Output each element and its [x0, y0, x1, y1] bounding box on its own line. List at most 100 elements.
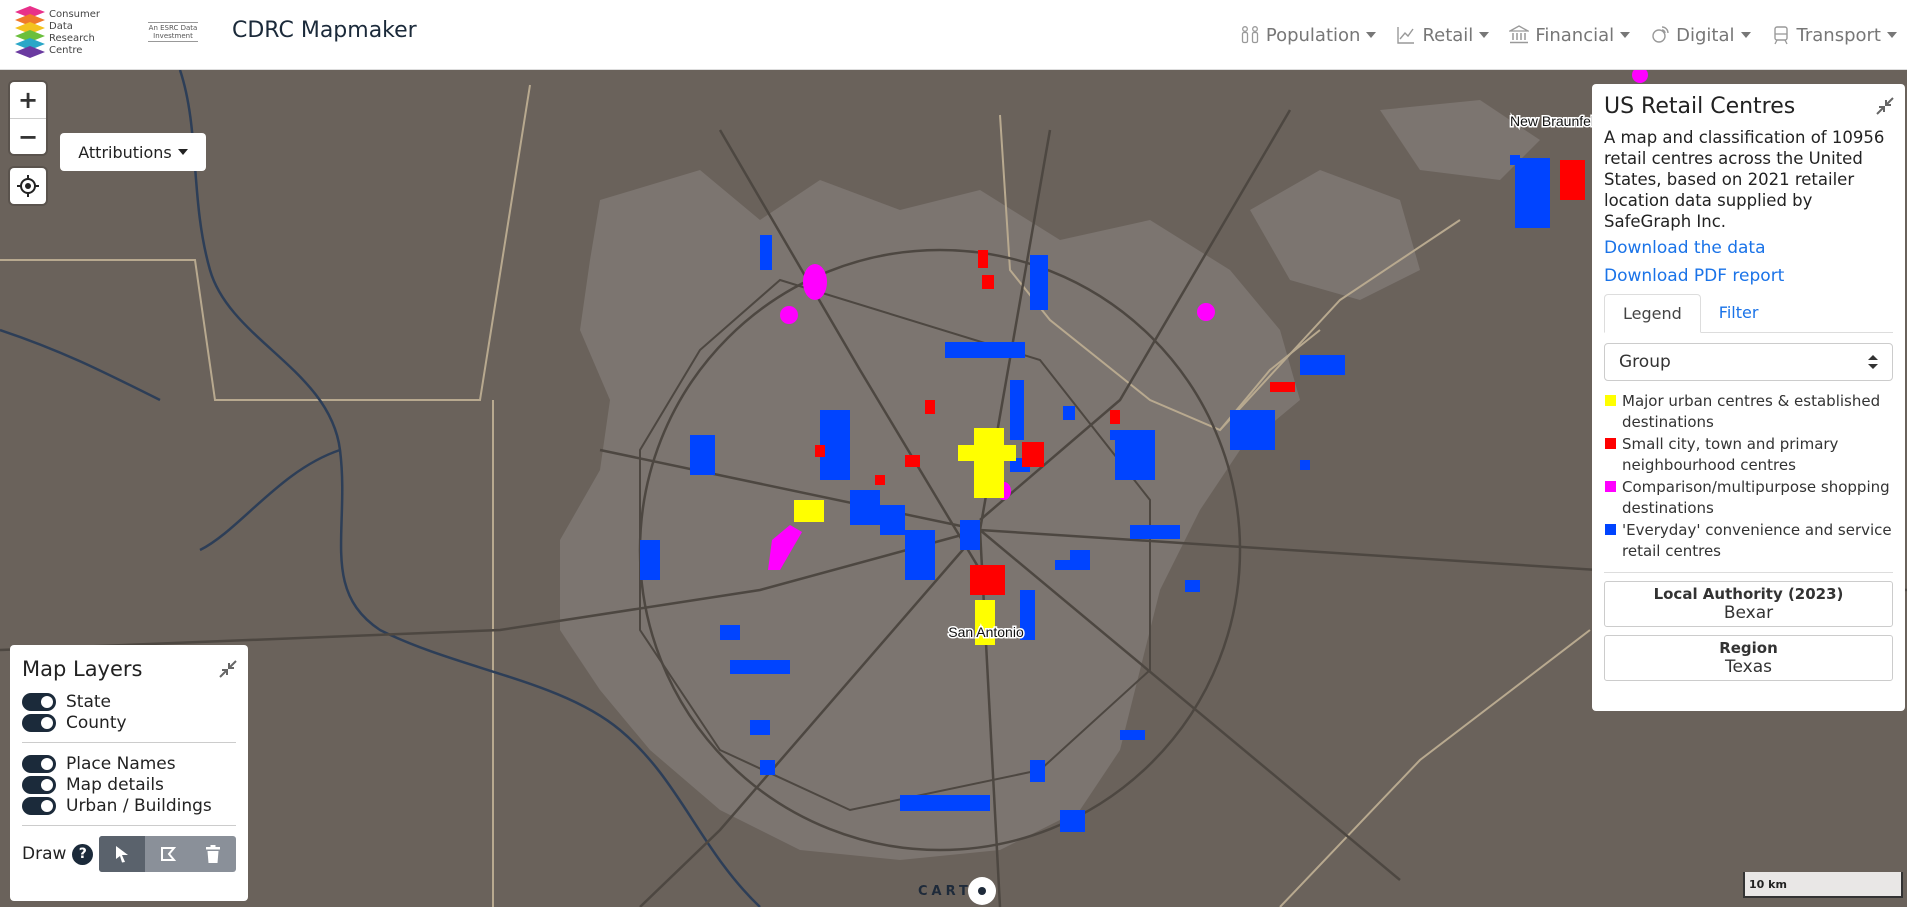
locate-icon: [17, 175, 39, 197]
zoom-control: + −: [10, 82, 46, 154]
top-navbar: Consumer Data Research Centre An ESRC Da…: [0, 0, 1907, 70]
map-layers-title: Map Layers: [22, 657, 143, 681]
logo-text: Consumer Data Research Centre: [49, 9, 100, 56]
attributions-label: Attributions: [78, 142, 172, 162]
legend-swatch: [1605, 524, 1616, 535]
layer-toggle-map-details[interactable]: Map details: [22, 774, 236, 795]
legend-label: Small city, town and primary neighbourho…: [1622, 435, 1839, 474]
nav-digital[interactable]: Digital: [1640, 25, 1760, 46]
legend-item: Major urban centres & established destin…: [1604, 391, 1893, 433]
delete-tool-button[interactable]: [190, 836, 236, 872]
download-pdf-link[interactable]: Download PDF report: [1604, 266, 1893, 286]
train-icon: [1773, 26, 1788, 45]
panel-title: US Retail Centres: [1604, 94, 1796, 119]
place-label-san-antonio: San Antonio: [948, 624, 1024, 640]
app-title[interactable]: CDRC Mapmaker: [232, 18, 417, 43]
nav-financial[interactable]: Financial: [1499, 25, 1640, 46]
layer-toggle-county[interactable]: County: [22, 712, 236, 733]
layer-toggle-place-names[interactable]: Place Names: [22, 753, 236, 774]
divider: [22, 825, 236, 826]
local-authority-value: Bexar: [1723, 603, 1774, 623]
chevron-down-icon: [1740, 32, 1751, 38]
divider: [1604, 572, 1893, 573]
nav-transport-label: Transport: [1796, 24, 1881, 46]
chevron-down-icon: [1620, 32, 1631, 38]
dataset-panel: US Retail Centres A map and classificati…: [1592, 84, 1905, 711]
legend-item: Comparison/multipurpose shopping destina…: [1604, 477, 1893, 519]
region-value: Texas: [1725, 657, 1772, 677]
legend-label: Comparison/multipurpose shopping destina…: [1622, 478, 1890, 517]
attributions-dropdown[interactable]: Attributions: [60, 133, 206, 171]
legend-swatch: [1605, 438, 1616, 449]
local-authority-box: Local Authority (2023) Bexar: [1604, 581, 1893, 627]
cdrc-logo[interactable]: [15, 6, 45, 60]
group-select-value: Group: [1619, 352, 1671, 372]
toggle-switch[interactable]: [22, 692, 56, 711]
polygon-tool-button[interactable]: [145, 836, 191, 872]
polygon-icon: [160, 847, 176, 861]
zoom-in-button[interactable]: +: [10, 82, 46, 118]
download-data-link[interactable]: Download the data: [1604, 238, 1893, 258]
nav-digital-label: Digital: [1676, 24, 1735, 46]
bank-icon: [1509, 25, 1530, 44]
legend-label: 'Everyday' convenience and service retai…: [1622, 521, 1892, 560]
collapse-icon[interactable]: [1875, 96, 1895, 116]
panel-tabs: Legend Filter: [1604, 294, 1893, 333]
group-select[interactable]: Group: [1604, 343, 1893, 381]
trash-icon: [206, 845, 221, 863]
carto-text: CART: [918, 883, 972, 899]
chart-icon: [1397, 27, 1415, 44]
layer-label: Place Names: [66, 753, 176, 774]
legend-label: Major urban centres & established destin…: [1622, 392, 1881, 431]
pointer-icon: [116, 846, 129, 863]
region-heading: Region: [1719, 639, 1778, 657]
legend-item: Small city, town and primary neighbourho…: [1604, 434, 1893, 476]
esrc-logo: An ESRC Data Investment: [148, 22, 198, 42]
locate-button[interactable]: [10, 168, 46, 204]
scale-bar: 10 km: [1743, 872, 1903, 898]
nav-population[interactable]: Population: [1230, 25, 1387, 46]
legend-swatch: [1605, 481, 1616, 492]
zoom-out-button[interactable]: −: [10, 118, 46, 154]
legend-item: 'Everyday' convenience and service retai…: [1604, 520, 1893, 562]
region-box: Region Texas: [1604, 635, 1893, 681]
carto-logo: CART: [918, 877, 996, 905]
tab-legend[interactable]: Legend: [1604, 294, 1701, 333]
main-nav: Population Retail Financial Digital Tran…: [1230, 0, 1907, 70]
toggle-switch[interactable]: [22, 713, 56, 732]
tab-filter[interactable]: Filter: [1701, 294, 1777, 332]
layer-label: Urban / Buildings: [66, 795, 212, 816]
nav-financial-label: Financial: [1535, 24, 1615, 46]
draw-tools: [99, 836, 236, 872]
chevron-down-icon: [1479, 32, 1490, 38]
legend: Major urban centres & established destin…: [1604, 391, 1893, 562]
chevron-down-icon: [177, 149, 188, 155]
toggle-switch[interactable]: [22, 775, 56, 794]
draw-label: Draw: [22, 844, 67, 864]
legend-swatch: [1605, 395, 1616, 406]
select-arrows-icon: [1868, 355, 1878, 369]
layer-toggle-state[interactable]: State: [22, 691, 236, 712]
map-layers-panel: Map Layers State County Place Names Map …: [10, 645, 248, 901]
collapse-icon[interactable]: [218, 659, 238, 679]
chevron-down-icon: [1887, 32, 1897, 38]
toggle-switch[interactable]: [22, 796, 56, 815]
layer-toggle-urban-buildings[interactable]: Urban / Buildings: [22, 795, 236, 816]
layer-label: County: [66, 712, 127, 733]
panel-description: A map and classification of 10956 retail…: [1604, 128, 1885, 231]
nav-retail[interactable]: Retail: [1386, 25, 1499, 46]
toggle-switch[interactable]: [22, 754, 56, 773]
carto-dot-icon: [967, 877, 996, 905]
local-authority-heading: Local Authority (2023): [1653, 585, 1844, 603]
help-icon[interactable]: ?: [72, 843, 94, 865]
divider: [22, 742, 236, 743]
nav-retail-label: Retail: [1422, 24, 1474, 46]
satellite-icon: [1652, 26, 1669, 43]
draw-toolbar: Draw ?: [22, 836, 236, 872]
nav-transport[interactable]: Transport: [1761, 25, 1907, 46]
layer-label: State: [66, 691, 111, 712]
select-tool-button[interactable]: [99, 836, 145, 872]
place-label-new-braunfels: New Braunfels: [1510, 113, 1601, 129]
layer-label: Map details: [66, 774, 164, 795]
people-icon: [1241, 26, 1259, 44]
